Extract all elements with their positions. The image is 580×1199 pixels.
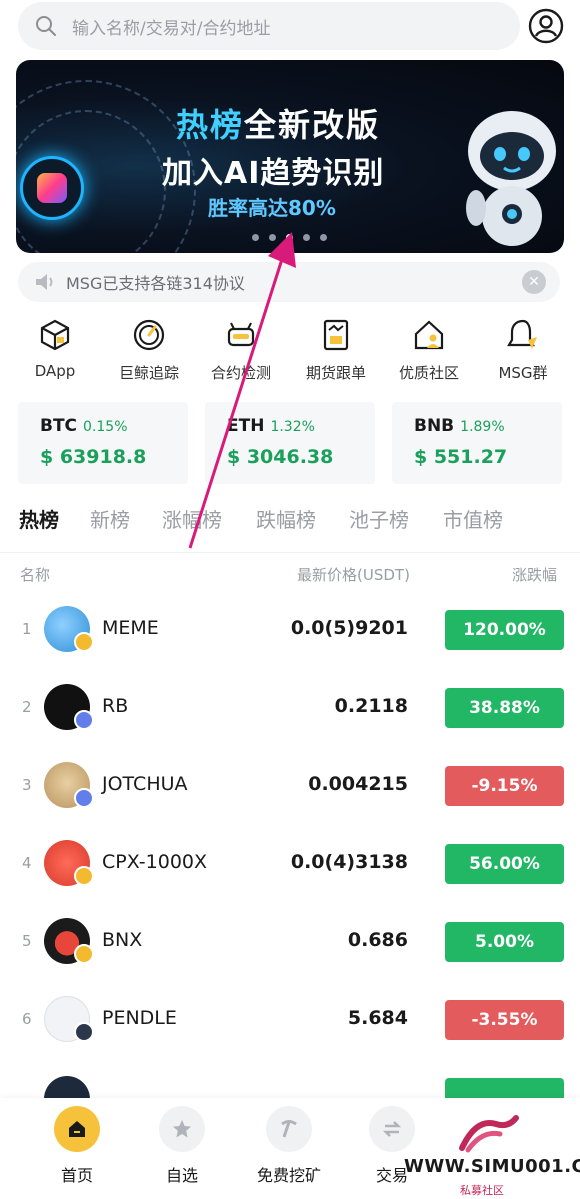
table-row[interactable]: 2 RB 0.2118 38.88% — [0, 670, 580, 748]
tab-market-cap[interactable]: 市值榜 — [443, 504, 503, 533]
table-row-partial — [0, 1072, 580, 1100]
banner-dot-active[interactable] — [286, 234, 293, 241]
quick-link-contract-check[interactable]: 合约检测 — [196, 318, 286, 383]
search-bar[interactable]: 输入名称/交易对/合约地址 — [18, 2, 520, 50]
notice-text: MSG已支持各链314协议 — [66, 274, 245, 293]
app-logo-icon — [20, 156, 84, 220]
banner-tagline: 胜率高达80% — [208, 196, 336, 220]
gauge-icon — [133, 319, 165, 351]
arbitrum-chain-icon — [74, 1022, 94, 1042]
banner-headline: 热榜全新改版 — [176, 106, 381, 144]
tab-pools[interactable]: 池子榜 — [349, 504, 409, 533]
ticker-card-btc[interactable]: BTC 0.15% $ 63918.8 — [18, 402, 188, 484]
watermark-text: WWW.SIMU001.CN — [404, 1156, 580, 1177]
column-price: 最新价格(USDT) — [297, 566, 410, 584]
community-home-icon — [414, 320, 444, 350]
quick-link-dapp[interactable]: DApp — [10, 318, 100, 380]
profile-icon[interactable] — [528, 8, 564, 44]
row-rank: 1 — [22, 620, 32, 638]
search-placeholder: 输入名称/交易对/合约地址 — [72, 18, 271, 39]
token-price: 0.0(4)3138 — [290, 851, 408, 873]
quick-link-community[interactable]: 优质社区 — [384, 318, 474, 383]
cube-icon — [40, 319, 70, 351]
token-name: RB — [102, 695, 129, 717]
table-row[interactable]: 1 MEME 0.0(5)9201 120.00% — [0, 592, 580, 670]
ticker-cards: BTC 0.15% $ 63918.8 ETH 1.32% $ 3046.38 BN… — [0, 402, 580, 484]
change-badge: 5.00% — [445, 922, 564, 962]
row-rank: 5 — [22, 932, 32, 950]
watermark: WWW.SIMU001.CN 私募社区 — [400, 1110, 580, 1199]
token-price: 5.684 — [347, 1007, 408, 1029]
table-row[interactable]: 3 JOTCHUA 0.004215 -9.15% — [0, 748, 580, 826]
token-price: 0.0(5)9201 — [290, 617, 408, 639]
token-price: 0.004215 — [308, 773, 408, 795]
bnb-chain-icon — [74, 866, 94, 886]
change-badge: -9.15% — [445, 766, 564, 806]
ticker-card-bnb[interactable]: BNB 1.89% $ 551.27 — [392, 402, 562, 484]
quick-link-msg-group[interactable]: MSG群 — [478, 318, 568, 383]
divider — [0, 552, 580, 553]
table-row[interactable]: 4 CPX-1000X 0.0(4)3138 56.00% — [0, 826, 580, 904]
banner-pagination — [252, 234, 327, 241]
nav-home[interactable]: 首页 — [37, 1106, 117, 1186]
ranking-tabs: 热榜 新榜 涨幅榜 跌幅榜 池子榜 市值榜 — [0, 504, 580, 544]
token-name: BNX — [102, 929, 143, 951]
quick-links: DApp 巨鲸追踪 合约检测 期货跟单 优质社区 MSG群 — [0, 318, 580, 388]
robot-icon — [227, 322, 255, 347]
column-change[interactable]: 涨跌幅 — [512, 564, 557, 585]
search-icon — [36, 16, 56, 36]
token-name: MEME — [102, 617, 159, 639]
watermark-logo-icon — [459, 1115, 519, 1153]
watermark-subtext: 私募社区 — [460, 1184, 504, 1197]
speaker-icon — [36, 274, 53, 290]
change-badge: 56.00% — [445, 844, 564, 884]
bnb-chain-icon — [74, 632, 94, 652]
change-badge: 120.00% — [445, 610, 564, 650]
close-icon[interactable]: ✕ — [522, 270, 546, 294]
tab-hot[interactable]: 热榜 — [19, 504, 59, 533]
row-rank: 6 — [22, 1010, 32, 1028]
token-price: 0.2118 — [334, 695, 408, 717]
quick-link-futures-copy[interactable]: 期货跟单 — [291, 318, 381, 383]
home-icon — [54, 1106, 100, 1152]
nav-free-mining[interactable]: 免费挖矿 — [249, 1106, 329, 1186]
eth-chain-icon — [74, 710, 94, 730]
group-chat-icon — [507, 319, 537, 349]
banner-dot[interactable] — [269, 234, 276, 241]
row-rank: 4 — [22, 854, 32, 872]
token-name: CPX-1000X — [102, 851, 208, 873]
eth-chain-icon — [74, 788, 94, 808]
tab-losers[interactable]: 跌幅榜 — [256, 504, 316, 533]
ticker-card-eth[interactable]: ETH 1.32% $ 3046.38 — [205, 402, 375, 484]
token-price: 0.686 — [347, 929, 408, 951]
pickaxe-icon — [266, 1106, 312, 1152]
change-badge: -3.55% — [445, 1000, 564, 1040]
table-row[interactable]: 5 BNX 0.686 5.00% — [0, 904, 580, 982]
notice-bar[interactable]: MSG已支持各链314协议 ✕ — [18, 262, 560, 302]
robot-mascot-icon — [466, 111, 556, 246]
quick-link-whale-tracking[interactable]: 巨鲸追踪 — [104, 318, 194, 383]
star-icon — [159, 1106, 205, 1152]
top-bar: 输入名称/交易对/合约地址 — [0, 0, 580, 56]
banner-dot[interactable] — [320, 234, 327, 241]
coin-logo-icon — [44, 1076, 90, 1100]
tab-new[interactable]: 新榜 — [90, 504, 130, 533]
banner-dot[interactable] — [303, 234, 310, 241]
token-name: JOTCHUA — [102, 773, 188, 795]
row-rank: 2 — [22, 698, 32, 716]
change-badge — [445, 1078, 564, 1100]
column-name: 名称 — [20, 566, 51, 584]
promo-banner[interactable]: 热榜全新改版 加入AI趋势识别 胜率高达80% — [16, 60, 564, 253]
document-chart-icon — [323, 319, 349, 351]
table-header: 名称 最新价格(USDT) 涨跌幅 — [0, 564, 580, 588]
banner-dot[interactable] — [252, 234, 259, 241]
change-badge: 38.88% — [445, 688, 564, 728]
row-rank: 3 — [22, 776, 32, 794]
tab-gainers[interactable]: 涨幅榜 — [162, 504, 222, 533]
bnb-chain-icon — [74, 944, 94, 964]
nav-watchlist[interactable]: 自选 — [142, 1106, 222, 1186]
token-name: PENDLE — [102, 1007, 177, 1029]
banner-subheadline: 加入AI趋势识别 — [162, 156, 385, 191]
table-row[interactable]: 6 PENDLE 5.684 -3.55% — [0, 982, 580, 1060]
